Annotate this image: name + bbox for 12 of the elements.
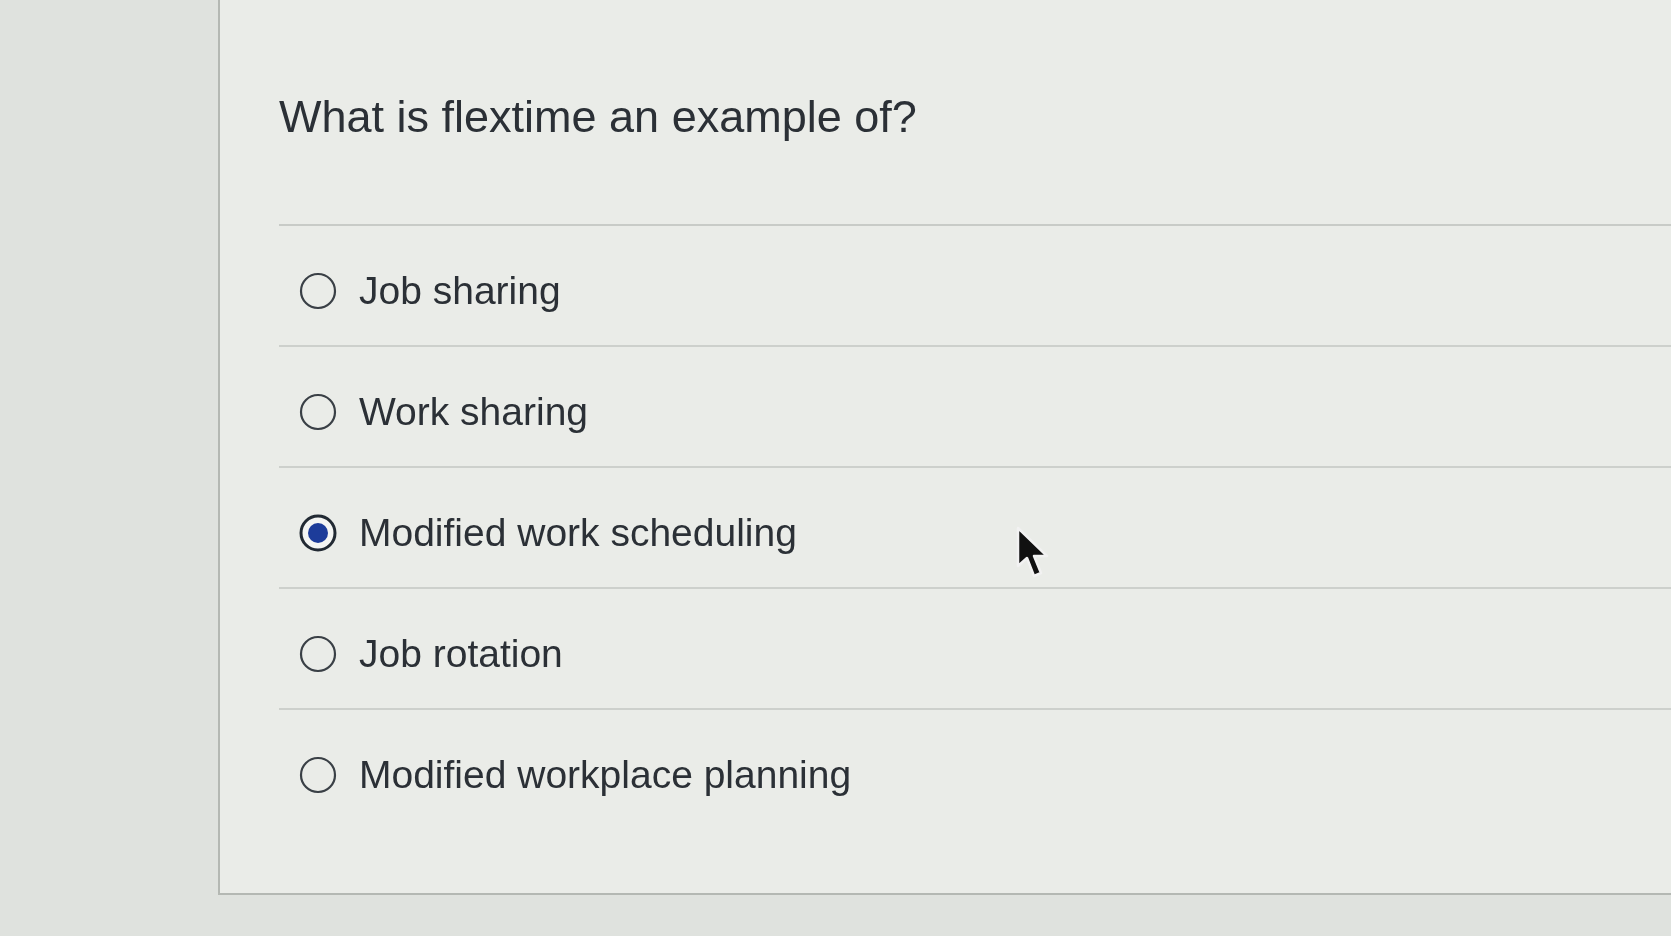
radio-icon[interactable] xyxy=(299,635,337,673)
option-label[interactable]: Work sharing xyxy=(359,388,589,436)
option-label[interactable]: Modified workplace planning xyxy=(359,751,852,799)
option-label[interactable]: Modified work scheduling xyxy=(359,509,797,557)
question-text: What is flextime an example of? xyxy=(279,90,918,144)
radio-selected-icon[interactable] xyxy=(299,514,337,552)
option-label[interactable]: Job sharing xyxy=(359,267,561,315)
mouse-pointer-icon xyxy=(1016,526,1050,580)
radio-icon[interactable] xyxy=(299,393,337,431)
radio-icon[interactable] xyxy=(299,272,337,310)
option-label[interactable]: Job rotation xyxy=(359,630,563,678)
radio-icon[interactable] xyxy=(299,756,337,794)
